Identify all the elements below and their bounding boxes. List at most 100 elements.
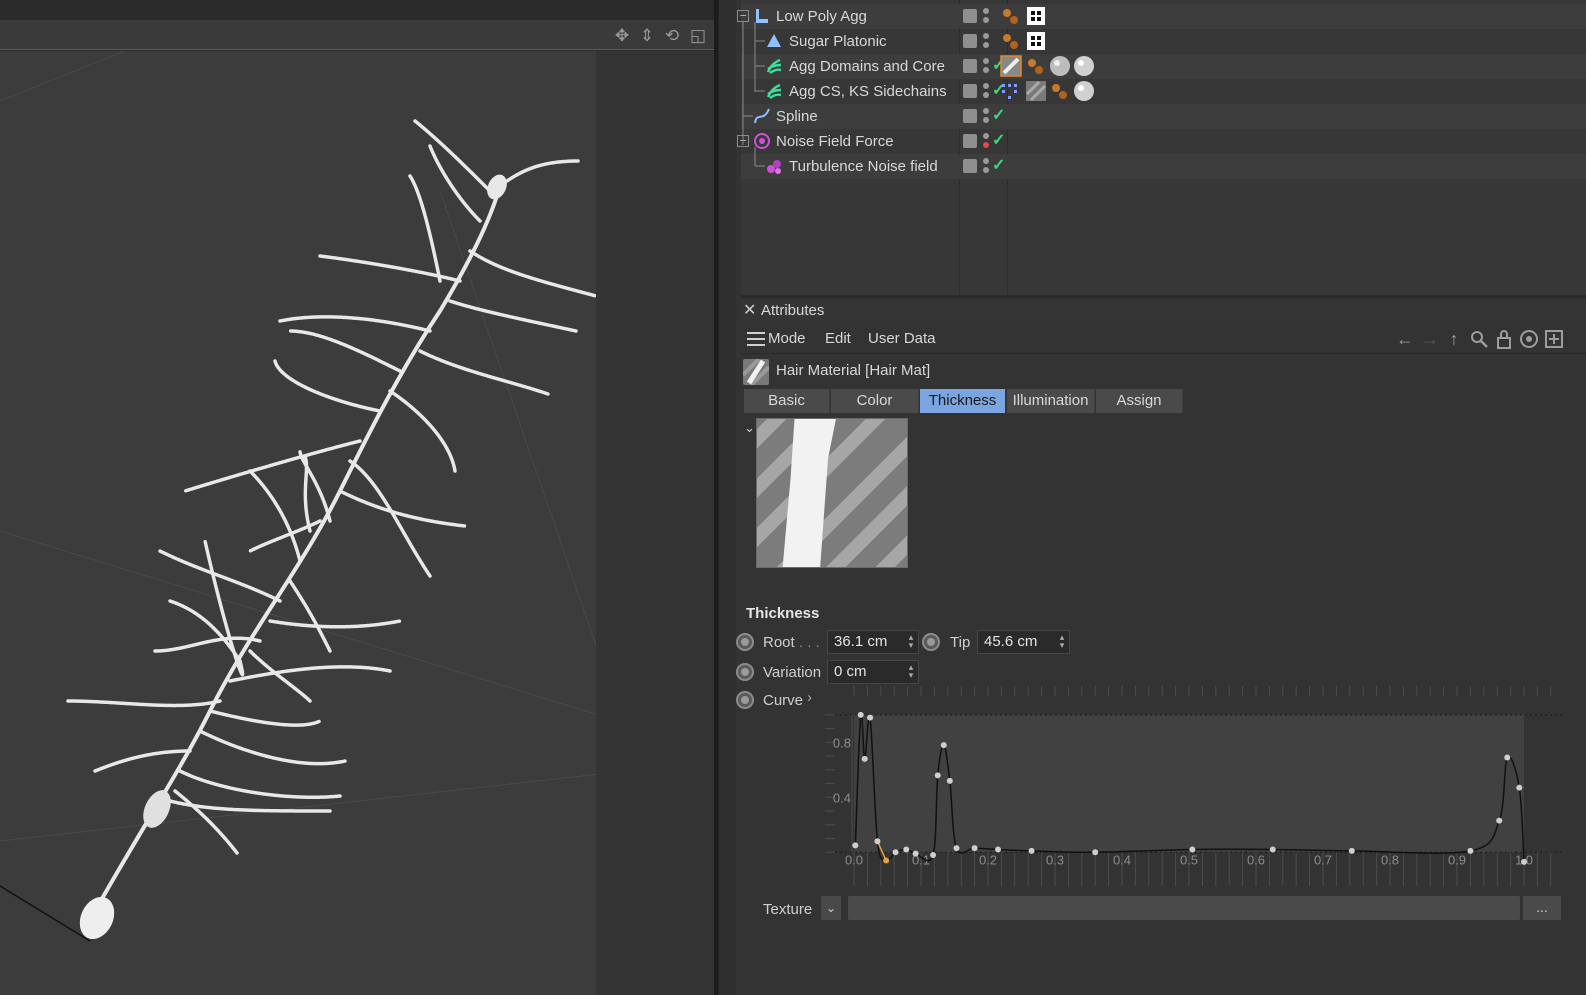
curve-control-point[interactable]: [867, 714, 874, 721]
close-icon[interactable]: ✕: [743, 300, 756, 320]
3d-viewport[interactable]: ✥ ⇕ ⟲ ◱: [0, 0, 720, 995]
checker-tag-icon[interactable]: [1025, 5, 1047, 27]
hamburger-menu-icon[interactable]: [747, 332, 765, 346]
dolly-view-icon[interactable]: ⇕: [637, 26, 657, 46]
curve-control-point[interactable]: [930, 852, 937, 859]
spinner-arrows-icon[interactable]: ▴ ▾: [906, 633, 916, 651]
variation-value-field[interactable]: 0 cm ▴ ▾: [827, 660, 919, 684]
forward-arrow-icon[interactable]: →: [1419, 328, 1441, 350]
tab-assign[interactable]: Assign: [1096, 389, 1183, 413]
maximize-view-icon[interactable]: ◱: [688, 26, 708, 46]
root-animate-radio[interactable]: [736, 633, 754, 651]
curve-animate-radio[interactable]: [736, 691, 754, 709]
object-row[interactable]: − Low Poly Agg: [737, 4, 1586, 29]
layer-visibility-box[interactable]: [963, 84, 977, 98]
curve-control-point[interactable]: [1348, 847, 1355, 854]
curve-control-point[interactable]: [1516, 784, 1523, 791]
spinner-arrows-icon[interactable]: ▴ ▾: [1057, 633, 1067, 651]
hair-material-tag-icon[interactable]: [1025, 80, 1047, 102]
checker-tag-icon[interactable]: [1025, 30, 1047, 52]
curve-control-point[interactable]: [940, 742, 947, 749]
object-name[interactable]: Sugar Platonic: [789, 33, 887, 50]
search-icon[interactable]: [1468, 328, 1490, 350]
layer-visibility-box[interactable]: [963, 34, 977, 48]
curve-control-point[interactable]: [946, 777, 953, 784]
curve-control-point[interactable]: [995, 846, 1002, 853]
object-name[interactable]: Agg CS, KS Sidechains: [789, 83, 947, 100]
rotate-view-icon[interactable]: ⟲: [662, 26, 682, 46]
object-row[interactable]: Agg Domains and Core ✓: [741, 54, 1586, 79]
sphere-material-icon[interactable]: [1073, 80, 1095, 102]
curve-control-point[interactable]: [1496, 817, 1503, 824]
tip-value-field[interactable]: 45.6 cm ▴ ▾: [977, 630, 1070, 654]
curve-control-point[interactable]: [1269, 846, 1276, 853]
curve-control-point[interactable]: [1504, 754, 1511, 761]
curve-control-point[interactable]: [883, 857, 890, 864]
material-preview[interactable]: [756, 418, 908, 568]
object-row[interactable]: Agg CS, KS Sidechains ✓: [741, 79, 1586, 104]
enabled-check-icon[interactable]: ✓: [992, 155, 1005, 175]
layer-visibility-box[interactable]: [963, 109, 977, 123]
curve-control-point[interactable]: [953, 845, 960, 852]
material-tag-icon[interactable]: [1049, 80, 1071, 102]
tab-basic[interactable]: Basic: [744, 389, 830, 413]
render-editor-dots[interactable]: [983, 132, 991, 152]
texture-more-button[interactable]: ...: [1523, 896, 1561, 920]
collapse-chevron-icon[interactable]: ⌄: [744, 420, 755, 436]
curve-control-point[interactable]: [852, 842, 859, 849]
hair-material-tag-icon[interactable]: [1000, 55, 1022, 77]
enabled-check-icon[interactable]: ✓: [992, 130, 1005, 150]
object-row[interactable]: Spline ✓: [741, 104, 1586, 129]
curve-control-point[interactable]: [934, 772, 941, 779]
tip-animate-radio[interactable]: [922, 633, 940, 651]
curve-control-point[interactable]: [857, 711, 864, 718]
object-name[interactable]: Low Poly Agg: [776, 8, 867, 25]
texture-dropdown-chevron-icon[interactable]: ⌄: [821, 896, 841, 920]
curve-control-point[interactable]: [874, 838, 881, 845]
layer-visibility-box[interactable]: [963, 159, 977, 173]
render-editor-dots[interactable]: [983, 57, 991, 77]
render-editor-dots[interactable]: [983, 82, 991, 102]
menu-edit[interactable]: Edit: [825, 330, 851, 347]
root-value-field[interactable]: 36.1 cm ▴ ▾: [827, 630, 919, 654]
sphere-material-icon[interactable]: [1049, 55, 1071, 77]
object-row[interactable]: Sugar Platonic: [741, 29, 1586, 54]
menu-user-data[interactable]: User Data: [868, 330, 936, 347]
material-tag-icon[interactable]: [1000, 5, 1022, 27]
material-tag-icon[interactable]: [1025, 55, 1047, 77]
layer-visibility-box[interactable]: [963, 134, 977, 148]
texture-slot-field[interactable]: [848, 896, 1520, 920]
object-row[interactable]: − Noise Field Force ✓: [737, 129, 1586, 154]
tab-color[interactable]: Color: [831, 389, 919, 413]
menu-mode[interactable]: Mode: [768, 330, 806, 347]
up-arrow-icon[interactable]: ↑: [1443, 328, 1465, 350]
tab-illumination[interactable]: Illumination: [1007, 389, 1095, 413]
curve-control-point[interactable]: [903, 846, 910, 853]
curve-control-point[interactable]: [912, 850, 919, 857]
object-name[interactable]: Spline: [776, 108, 818, 125]
spinner-arrows-icon[interactable]: ▴ ▾: [906, 663, 916, 681]
material-tag-icon[interactable]: [1000, 30, 1022, 52]
variation-animate-radio[interactable]: [736, 663, 754, 681]
selection-tag-icon[interactable]: [1000, 80, 1022, 102]
render-editor-dots[interactable]: [983, 107, 991, 127]
sphere-material-icon[interactable]: [1073, 55, 1095, 77]
panel-splitter[interactable]: [718, 0, 736, 995]
object-name[interactable]: Agg Domains and Core: [789, 58, 945, 75]
new-panel-icon[interactable]: [1543, 328, 1565, 350]
object-row[interactable]: Turbulence Noise field ✓: [741, 154, 1586, 179]
curve-control-point[interactable]: [861, 755, 868, 762]
thickness-curve-editor[interactable]: 0.00.10.20.30.40.50.60.70.80.91.00.40.8: [825, 686, 1565, 886]
render-editor-dots[interactable]: [983, 7, 991, 27]
curve-control-point[interactable]: [892, 849, 899, 856]
curve-control-point[interactable]: [1092, 849, 1099, 856]
curve-control-point[interactable]: [1521, 858, 1527, 865]
layer-visibility-box[interactable]: [963, 59, 977, 73]
curve-control-point[interactable]: [971, 845, 978, 852]
tab-thickness[interactable]: Thickness: [920, 389, 1006, 413]
curve-control-point[interactable]: [1028, 847, 1035, 854]
back-arrow-icon[interactable]: ←: [1394, 328, 1416, 350]
lock-icon[interactable]: [1493, 328, 1515, 350]
target-icon[interactable]: [1518, 328, 1540, 350]
curve-expand-chevron-icon[interactable]: ›: [807, 689, 812, 706]
